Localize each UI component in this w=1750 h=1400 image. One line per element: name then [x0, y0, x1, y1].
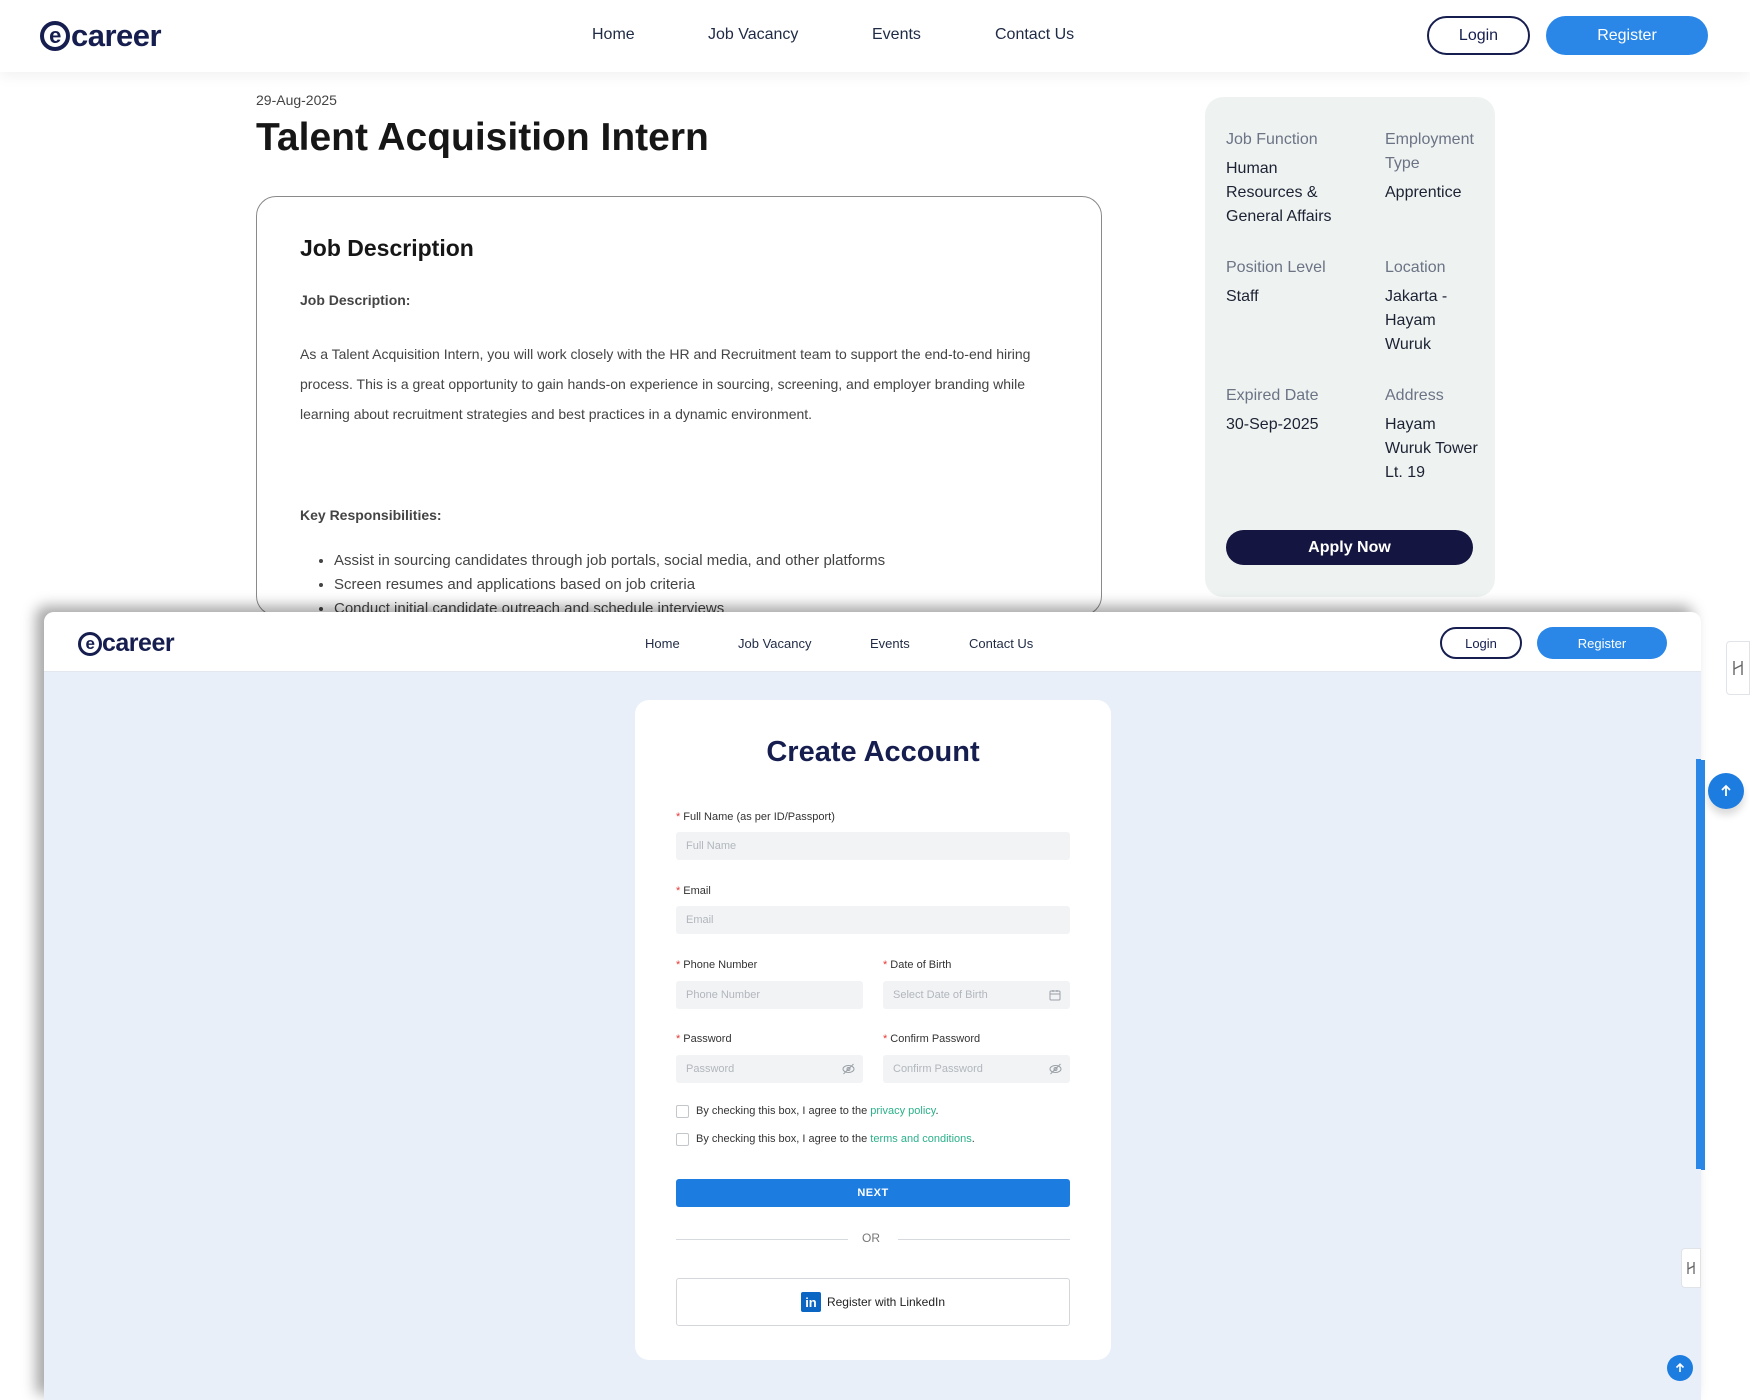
- privacy-agreement-text: By checking this box, I agree to the pri…: [696, 1105, 939, 1117]
- phone-label: * Phone Number: [676, 959, 757, 971]
- list-item: Screen resumes and applications based on…: [334, 573, 885, 597]
- label-text: Email: [683, 885, 711, 897]
- position-level-value: Staff: [1226, 288, 1259, 305]
- next-button[interactable]: NEXT: [676, 1179, 1070, 1207]
- posted-date: 29-Aug-2025: [256, 92, 337, 108]
- job-summary-card: Job Function Human Resources & General A…: [1205, 97, 1495, 597]
- full-name-input[interactable]: [676, 832, 1070, 860]
- terms-agreement-text: By checking this box, I agree to the ter…: [696, 1133, 975, 1145]
- required-mark: *: [676, 959, 681, 971]
- required-mark: *: [883, 959, 888, 971]
- nav-contact-us[interactable]: Contact Us: [995, 26, 1074, 44]
- description-label: Job Description:: [300, 292, 411, 308]
- location-value: Jakarta - Hayam Wuruk: [1385, 288, 1448, 353]
- expired-date-label: Expired Date: [1226, 387, 1319, 404]
- position-level-label: Position Level: [1226, 259, 1326, 276]
- password-label: * Password: [676, 1033, 732, 1045]
- label-text: Confirm Password: [890, 1033, 981, 1045]
- job-description-card: Job Description Job Description: As a Ta…: [256, 196, 1102, 616]
- eye-off-icon[interactable]: [841, 1062, 855, 1076]
- site-header: e career Home Job Vacancy Events Contact …: [44, 612, 1701, 672]
- required-mark: *: [676, 885, 681, 897]
- employment-type-label: Employment Type: [1385, 131, 1474, 172]
- responsibilities-label: Key Responsibilities:: [300, 507, 442, 523]
- scrollbar[interactable]: [1701, 760, 1705, 1170]
- nav-job-vacancy[interactable]: Job Vacancy: [708, 26, 798, 44]
- calendar-icon[interactable]: [1048, 988, 1062, 1002]
- scroll-to-top-button[interactable]: [1667, 1355, 1693, 1381]
- ecareer-logo[interactable]: e career: [40, 18, 162, 54]
- divider-line: [676, 1239, 848, 1240]
- terms-link[interactable]: terms and conditions: [870, 1133, 972, 1145]
- label-text: Phone Number: [683, 959, 758, 971]
- required-mark: *: [676, 1033, 681, 1045]
- required-mark: *: [676, 811, 681, 823]
- side-tab-handle[interactable]: [1726, 641, 1750, 695]
- eye-off-icon[interactable]: [1048, 1062, 1062, 1076]
- address-label: Address: [1385, 387, 1444, 404]
- register-button[interactable]: Register: [1546, 16, 1708, 55]
- divider-line: [898, 1239, 1070, 1240]
- login-button[interactable]: Login: [1427, 16, 1530, 55]
- employment-type-value: Apprentice: [1385, 184, 1462, 201]
- card-heading: Job Description: [300, 235, 474, 261]
- login-button[interactable]: Login: [1440, 627, 1522, 659]
- agree-text: By checking this box, I agree to the: [696, 1133, 868, 1145]
- nav-events[interactable]: Events: [870, 636, 910, 651]
- job-title: Talent Acquisition Intern: [256, 116, 709, 159]
- register-button[interactable]: Register: [1537, 627, 1667, 659]
- privacy-checkbox[interactable]: [676, 1105, 689, 1118]
- address-value: Hayam Wuruk Tower Lt. 19: [1385, 416, 1478, 481]
- agree-text: By checking this box, I agree to the: [696, 1105, 868, 1117]
- nav-home[interactable]: Home: [645, 636, 680, 651]
- dob-input[interactable]: [883, 981, 1070, 1009]
- confirm-password-input[interactable]: [883, 1055, 1070, 1083]
- email-input[interactable]: [676, 906, 1070, 934]
- email-label: * Email: [676, 885, 711, 897]
- phone-input[interactable]: [676, 981, 863, 1009]
- form-title: Create Account: [766, 736, 980, 768]
- ecareer-logo[interactable]: e career: [78, 629, 175, 658]
- logo-e-mark: e: [78, 631, 102, 656]
- responsibilities-list: Assist in sourcing candidates through jo…: [334, 549, 885, 615]
- linkedin-button-label: Register with LinkedIn: [826, 1295, 946, 1309]
- register-page-screenshot: e career Home Job Vacancy Events Contact …: [44, 612, 1701, 1400]
- dob-label: * Date of Birth: [883, 959, 951, 971]
- arrow-up-icon: [1675, 1362, 1685, 1372]
- side-tab-handle[interactable]: [1681, 1248, 1701, 1288]
- location-label: Location: [1385, 259, 1446, 276]
- handle-icon: [1733, 661, 1743, 675]
- handle-icon: [1687, 1262, 1695, 1274]
- register-with-linkedin-button[interactable]: in Register with LinkedIn: [676, 1278, 1070, 1326]
- job-function-value: Human Resources & General Affairs: [1226, 160, 1332, 225]
- privacy-policy-link[interactable]: privacy policy: [870, 1105, 935, 1117]
- required-mark: *: [883, 1033, 888, 1045]
- nav-job-vacancy[interactable]: Job Vacancy: [738, 636, 811, 651]
- expired-date-value: 30-Sep-2025: [1226, 416, 1319, 433]
- scroll-to-top-button[interactable]: [1708, 773, 1744, 809]
- description-text: As a Talent Acquisition Intern, you will…: [300, 346, 1031, 422]
- confirm-password-label: * Confirm Password: [883, 1033, 980, 1045]
- arrow-up-icon: [1721, 784, 1731, 796]
- label-text: Full Name (as per ID/Passport): [683, 811, 835, 823]
- logo-wordmark: career: [71, 18, 162, 53]
- nav-events[interactable]: Events: [872, 26, 921, 44]
- nav-contact-us[interactable]: Contact Us: [969, 636, 1033, 651]
- terms-checkbox[interactable]: [676, 1133, 689, 1146]
- list-item: Assist in sourcing candidates through jo…: [334, 549, 885, 573]
- apply-now-button[interactable]: Apply Now: [1226, 530, 1473, 565]
- create-account-form: Create Account * Full Name (as per ID/Pas…: [635, 700, 1111, 1360]
- nav-home[interactable]: Home: [592, 26, 635, 44]
- full-name-label: * Full Name (as per ID/Passport): [676, 811, 835, 823]
- logo-wordmark: career: [102, 629, 175, 657]
- site-header: e career Home Job Vacancy Events Contact …: [0, 0, 1750, 72]
- logo-e-mark: e: [40, 21, 70, 51]
- linkedin-icon: in: [800, 1292, 821, 1312]
- job-function-label: Job Function: [1226, 131, 1318, 148]
- label-text: Date of Birth: [890, 959, 952, 971]
- label-text: Password: [683, 1033, 732, 1045]
- or-divider-text: OR: [862, 1231, 880, 1245]
- password-input[interactable]: [676, 1055, 863, 1083]
